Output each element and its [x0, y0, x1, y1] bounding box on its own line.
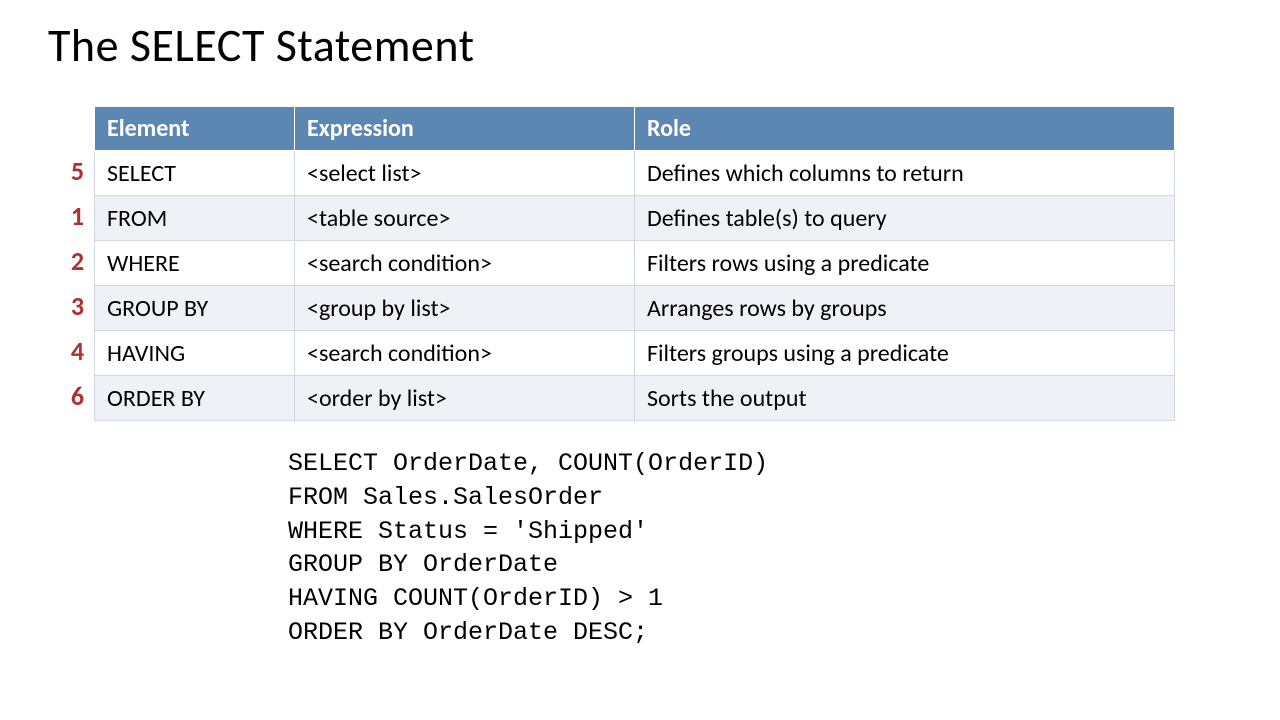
table-row: FROM <table source> Defines table(s) to …: [95, 196, 1175, 241]
cell-role: Arranges rows by groups: [635, 286, 1175, 331]
slide-title: The SELECT Statement: [48, 18, 1232, 74]
cell-role: Filters groups using a predicate: [635, 331, 1175, 376]
cell-role: Sorts the output: [635, 376, 1175, 421]
cell-element: FROM: [95, 196, 295, 241]
cell-element: ORDER BY: [95, 376, 295, 421]
order-header-spacer: [48, 106, 94, 149]
slide: The SELECT Statement 5 1 2 3 4 6 Element…: [0, 0, 1280, 650]
header-expression: Expression: [295, 107, 635, 151]
order-number: 6: [48, 374, 94, 419]
sql-example-code: SELECT OrderDate, COUNT(OrderID) FROM Sa…: [288, 447, 1232, 650]
order-number: 5: [48, 149, 94, 194]
table-area: 5 1 2 3 4 6 Element Expression Role SELE…: [48, 106, 1232, 421]
table-row: SELECT <select list> Defines which colum…: [95, 151, 1175, 196]
cell-expression: <group by list>: [295, 286, 635, 331]
table-row: HAVING <search condition> Filters groups…: [95, 331, 1175, 376]
cell-expression: <search condition>: [295, 241, 635, 286]
cell-role: Filters rows using a predicate: [635, 241, 1175, 286]
execution-order-column: 5 1 2 3 4 6: [48, 106, 94, 421]
cell-expression: <order by list>: [295, 376, 635, 421]
order-number: 2: [48, 239, 94, 284]
cell-expression: <search condition>: [295, 331, 635, 376]
cell-role: Defines table(s) to query: [635, 196, 1175, 241]
cell-element: GROUP BY: [95, 286, 295, 331]
cell-expression: <select list>: [295, 151, 635, 196]
header-element: Element: [95, 107, 295, 151]
order-number: 4: [48, 329, 94, 374]
order-number: 3: [48, 284, 94, 329]
header-role: Role: [635, 107, 1175, 151]
cell-role: Defines which columns to return: [635, 151, 1175, 196]
cell-element: WHERE: [95, 241, 295, 286]
table-row: ORDER BY <order by list> Sorts the outpu…: [95, 376, 1175, 421]
cell-element: HAVING: [95, 331, 295, 376]
cell-expression: <table source>: [295, 196, 635, 241]
select-clauses-table: Element Expression Role SELECT <select l…: [94, 106, 1175, 421]
table-row: GROUP BY <group by list> Arranges rows b…: [95, 286, 1175, 331]
table-row: WHERE <search condition> Filters rows us…: [95, 241, 1175, 286]
table-header-row: Element Expression Role: [95, 107, 1175, 151]
cell-element: SELECT: [95, 151, 295, 196]
order-number: 1: [48, 194, 94, 239]
